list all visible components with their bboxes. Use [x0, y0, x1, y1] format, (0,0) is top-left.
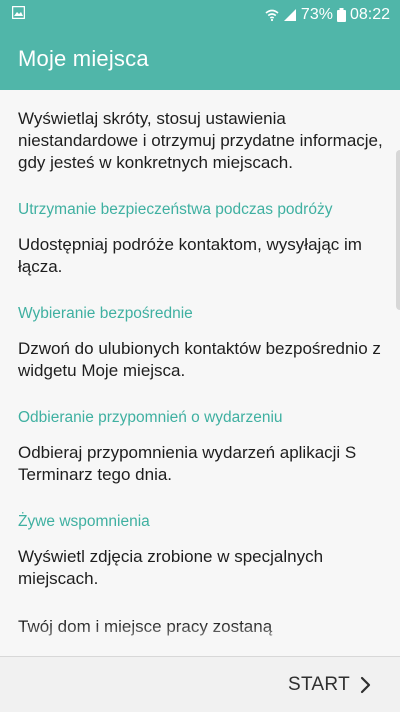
- section-heading-memories: Żywe wspomnienia: [18, 513, 150, 530]
- section-text-direct-dial: Dzwoń do ulubionych kontaktów bezpośredn…: [18, 339, 381, 380]
- wifi-icon: [265, 8, 279, 22]
- intro-text: Wyświetlaj skróty, stosuj ustawienia nie…: [18, 109, 383, 172]
- edge-panel-handle[interactable]: [396, 150, 400, 310]
- section-heading-safety: Utrzymanie bezpieczeństwa podczas podróż…: [18, 201, 333, 218]
- section-heading-direct-dial: Wybieranie bezpośrednie: [18, 305, 193, 322]
- content-inner: Wyświetlaj skróty, stosuj ustawienia nie…: [18, 108, 384, 638]
- app-bar: Moje miejsca: [0, 30, 400, 90]
- gallery-icon: [11, 5, 26, 20]
- page-title: Moje miejsca: [18, 46, 149, 71]
- section-heading-reminders: Odbieranie przypomnień o wydarzeniu: [18, 409, 283, 426]
- content-scroll-area[interactable]: Wyświetlaj skróty, stosuj ustawienia nie…: [0, 90, 400, 656]
- section-text-reminders: Odbieraj przypomnienia wydarzeń aplikacj…: [18, 443, 357, 484]
- start-button[interactable]: START: [288, 657, 372, 712]
- scroll-fade: [0, 622, 400, 656]
- chevron-right-icon: [360, 676, 372, 694]
- start-label: START: [287, 673, 350, 695]
- bottom-bar: START: [0, 656, 400, 712]
- signal-icon: [283, 8, 297, 22]
- status-bar: 73% 08:22: [0, 0, 400, 30]
- battery-icon: [336, 8, 346, 22]
- battery-percent: 73%: [300, 6, 333, 23]
- clock: 08:22: [349, 6, 390, 23]
- section-text-memories: Wyświetl zdjęcia zrobione w specjalnych …: [18, 547, 324, 588]
- status-right-group: 73% 08:22: [265, 0, 390, 30]
- section-text-safety: Udostępniaj podróże kontaktom, wysyłając…: [18, 235, 362, 276]
